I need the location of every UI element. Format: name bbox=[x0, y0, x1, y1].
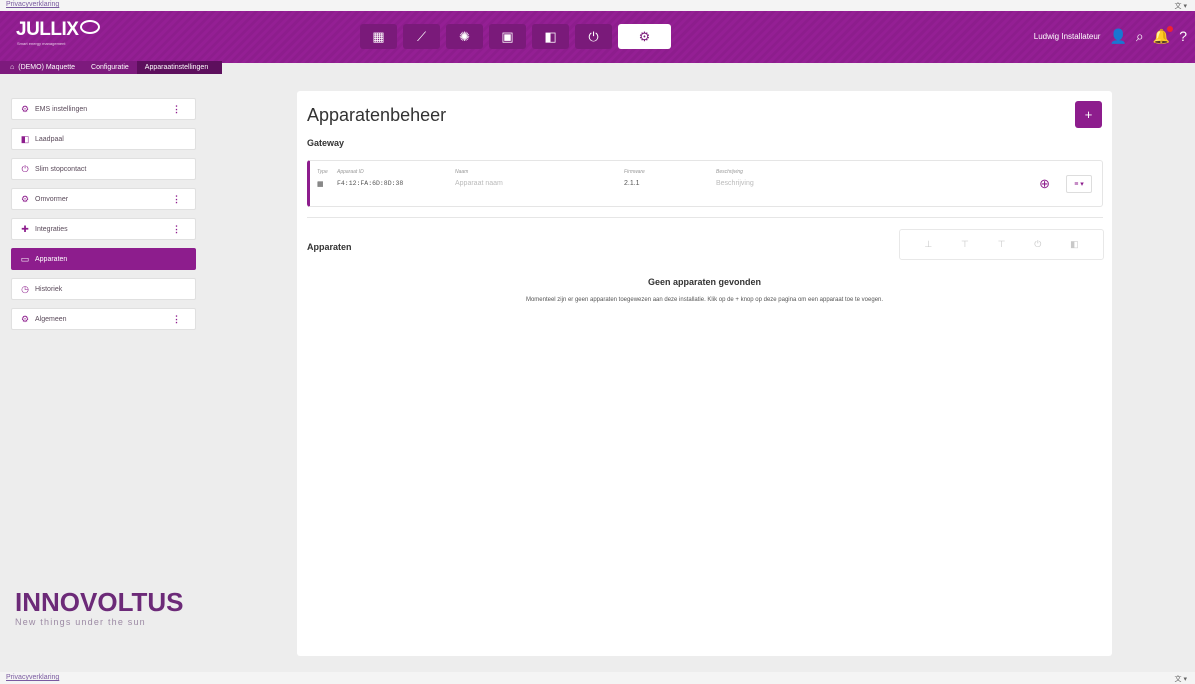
sidebar-item-omvormer[interactable]: ⚙ Omvormer ⋮ bbox=[11, 188, 196, 210]
inverter-icon: ⚙ bbox=[20, 193, 30, 204]
breadcrumb: ⌂ (DEMO) Maquette Configuratie Apparaati… bbox=[0, 61, 223, 74]
search-icon[interactable]: ⌕ bbox=[1136, 28, 1144, 45]
add-device-button[interactable]: + bbox=[1075, 101, 1102, 128]
sidebar-item-label: Algemeen bbox=[35, 315, 67, 323]
sidebar-item-algemeen[interactable]: ⚙ Algemeen ⋮ bbox=[11, 308, 196, 330]
notification-badge bbox=[1167, 25, 1174, 32]
sidebar-item-label: Integraties bbox=[35, 225, 68, 233]
home-icon: ⌂ bbox=[10, 64, 15, 71]
gateway-firmware: Firmware 2.1.1 bbox=[624, 169, 645, 187]
nav-chart-button[interactable]: ⟋ bbox=[403, 24, 440, 49]
sidebar: ⚙ EMS instellingen ⋮ ◧ Laadpaal ⏻ Slim s… bbox=[11, 98, 196, 338]
more-icon[interactable]: ⋮ bbox=[172, 224, 181, 235]
dashboard-icon: ▦ bbox=[372, 28, 385, 44]
sidebar-item-label: Laadpaal bbox=[35, 135, 64, 143]
gateway-name-field: Apparaat naam bbox=[455, 180, 503, 187]
footer: Privacyverklaring 文 ▾ bbox=[0, 672, 1195, 684]
battery-icon: ▣ bbox=[501, 28, 514, 44]
nav-plug-button[interactable]: ⏻ bbox=[575, 24, 612, 49]
empty-state-title: Geen apparaten gevonden bbox=[647, 277, 762, 287]
sidebar-item-label: Slim stopcontact bbox=[35, 165, 87, 173]
sidebar-item-label: Omvormer bbox=[35, 195, 69, 203]
brand-name: INNOVOLTUS bbox=[15, 587, 184, 617]
device-filter-bar: ⊥ ⊤ ⊤ ⏻ ◧ bbox=[899, 229, 1104, 260]
main-panel: Apparatenbeheer + Gateway Type ▦ Apparaa… bbox=[297, 91, 1112, 656]
main-nav: ▦ ⟋ ✺ ▣ ◧ ⏻ ⚙ bbox=[360, 24, 671, 49]
brain-icon: ✺ bbox=[459, 28, 470, 44]
sidebar-item-label: Apparaten bbox=[35, 255, 68, 263]
network-icon[interactable]: ⊕ bbox=[1039, 176, 1050, 192]
devices-icon: ▭ bbox=[20, 253, 30, 264]
gateway-heading: Gateway bbox=[307, 138, 345, 148]
history-icon: ◷ bbox=[21, 283, 29, 294]
plug-icon: ⏻ bbox=[588, 28, 599, 44]
app-header: JULLIX Smart energy management ▦ ⟋ ✺ ▣ ◧… bbox=[0, 11, 1195, 74]
page-title: Apparatenbeheer bbox=[307, 105, 447, 125]
nav-dashboard-button[interactable]: ▦ bbox=[360, 24, 397, 49]
gateway-type-icon: ▦ bbox=[317, 181, 324, 188]
brand-tagline: New things under the sun bbox=[15, 617, 146, 627]
user-name[interactable]: Ludwig Installateur bbox=[1034, 32, 1101, 41]
gateway-card: Type ▦ Apparaat ID F4:12:FA:6D:8D:38 Naa… bbox=[307, 160, 1103, 207]
gateway-menu-button[interactable]: ≡ ▾ bbox=[1066, 175, 1092, 193]
gateway-name[interactable]: Naam Apparaat naam bbox=[455, 169, 503, 187]
gear-icon: ⚙ bbox=[20, 313, 30, 324]
sidebar-item-apparaten[interactable]: ▭ Apparaten bbox=[11, 248, 196, 270]
puzzle-icon: ✚ bbox=[21, 223, 29, 234]
footer-language-selector[interactable]: 文 ▾ bbox=[1175, 674, 1187, 684]
more-icon[interactable]: ⋮ bbox=[172, 194, 181, 205]
sidebar-item-label: Historiek bbox=[35, 285, 63, 293]
gateway-description-field: Beschrijving bbox=[716, 180, 754, 187]
sidebar-item-historiek[interactable]: ◷ Historiek bbox=[11, 278, 196, 300]
gateway-type: Type ▦ bbox=[317, 169, 328, 188]
sidebar-item-slim-stopcontact[interactable]: ⏻ Slim stopcontact bbox=[11, 158, 196, 180]
filter-solar-icon[interactable]: ⊥ bbox=[924, 239, 932, 250]
language-selector[interactable]: 文 ▾ bbox=[1175, 1, 1187, 11]
filter-meter-icon[interactable]: ⊤ bbox=[961, 239, 969, 250]
gear-icon: ⚙ bbox=[638, 28, 651, 44]
privacy-link[interactable]: Privacyverklaring bbox=[6, 1, 59, 8]
divider bbox=[307, 217, 1103, 218]
charger-icon: ◧ bbox=[20, 133, 30, 144]
chart-icon: ⟋ bbox=[416, 28, 427, 44]
user-area: Ludwig Installateur 👤 ⌕ 🔔 ? bbox=[1034, 23, 1195, 49]
user-icon[interactable]: 👤 bbox=[1109, 28, 1126, 45]
sidebar-item-integraties[interactable]: ✚ Integraties ⋮ bbox=[11, 218, 196, 240]
gateway-description[interactable]: Beschrijving Beschrijving bbox=[716, 169, 754, 187]
nav-brain-button[interactable]: ✺ bbox=[446, 24, 483, 49]
more-icon[interactable]: ⋮ bbox=[172, 104, 181, 115]
device-icon: ◧ bbox=[544, 28, 557, 44]
breadcrumb-configuratie[interactable]: Configuratie bbox=[83, 61, 137, 74]
sidebar-item-label: EMS instellingen bbox=[35, 105, 88, 113]
settings-icon: ⚙ bbox=[20, 103, 30, 114]
breadcrumb-home[interactable]: ⌂ (DEMO) Maquette bbox=[0, 61, 84, 74]
logo-tagline: Smart energy management bbox=[17, 41, 66, 46]
jullix-logo[interactable]: JULLIX bbox=[16, 19, 101, 41]
filter-charger-icon[interactable]: ◧ bbox=[1070, 239, 1079, 250]
nav-battery-button[interactable]: ▣ bbox=[489, 24, 526, 49]
innovoltus-brand: INNOVOLTUS New things under the sun bbox=[15, 587, 184, 627]
bell-icon[interactable]: 🔔 bbox=[1153, 25, 1174, 45]
logo-swirl-icon bbox=[80, 20, 101, 34]
help-icon[interactable]: ? bbox=[1179, 28, 1187, 44]
more-icon[interactable]: ⋮ bbox=[172, 314, 181, 325]
plug-icon: ⏻ bbox=[21, 163, 29, 174]
sidebar-item-laadpaal[interactable]: ◧ Laadpaal bbox=[11, 128, 196, 150]
sidebar-item-ems-instellingen[interactable]: ⚙ EMS instellingen ⋮ bbox=[11, 98, 196, 120]
nav-device-button[interactable]: ◧ bbox=[532, 24, 569, 49]
gateway-id: Apparaat ID F4:12:FA:6D:8D:38 bbox=[337, 169, 404, 187]
empty-state-text: Momenteel zijn er geen apparaten toegewe… bbox=[525, 297, 884, 303]
footer-privacy-link[interactable]: Privacyverklaring bbox=[6, 674, 59, 681]
top-bar: Privacyverklaring 文 ▾ bbox=[0, 0, 1195, 11]
filter-battery-icon[interactable]: ⊤ bbox=[998, 239, 1006, 250]
breadcrumb-current: Apparaatinstellingen bbox=[136, 61, 223, 74]
nav-settings-button[interactable]: ⚙ bbox=[618, 24, 671, 49]
devices-heading: Apparaten bbox=[307, 242, 352, 252]
filter-plug-icon[interactable]: ⏻ bbox=[1034, 239, 1041, 250]
